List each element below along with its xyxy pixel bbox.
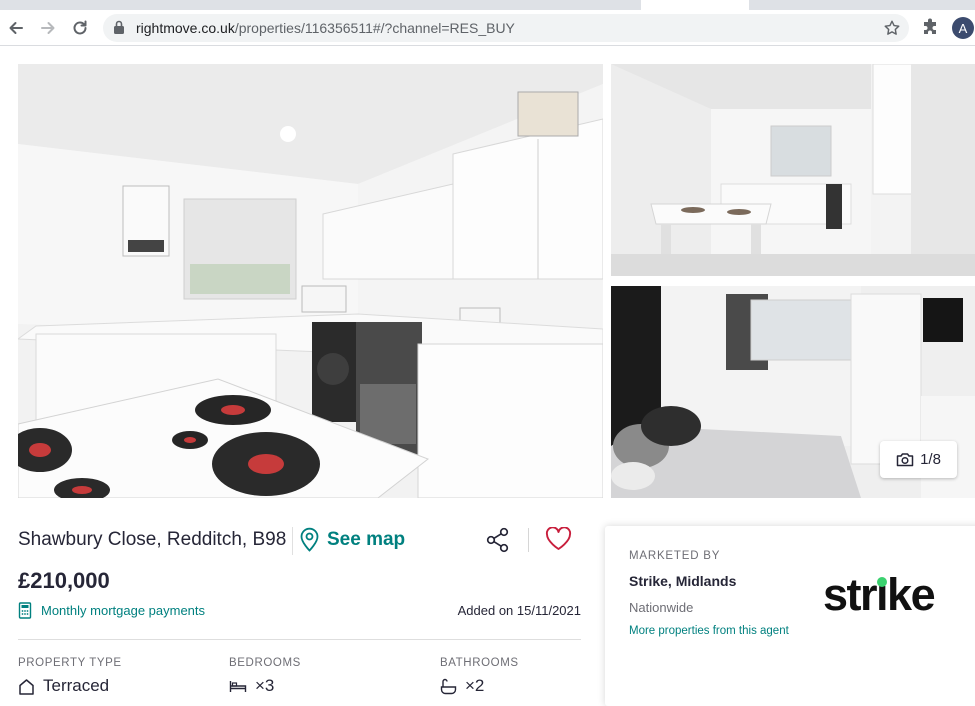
see-map-link[interactable]: See map — [300, 527, 405, 552]
reload-icon — [73, 20, 87, 35]
property-price: £210,000 — [18, 568, 110, 593]
reload-button[interactable] — [68, 16, 92, 40]
house-icon — [19, 678, 34, 695]
property-type-value: Terraced — [18, 676, 109, 696]
calculator-icon — [18, 602, 32, 619]
star-icon[interactable] — [883, 19, 901, 37]
save-favourite-button[interactable] — [545, 526, 572, 556]
bathrooms-value: ×2 — [440, 676, 484, 696]
photo-counter-text: 1/8 — [920, 451, 941, 468]
bed-icon — [229, 681, 247, 692]
back-button[interactable] — [4, 16, 28, 40]
marketed-by-label: MARKETED BY — [629, 550, 721, 562]
agent-location: Nationwide — [629, 600, 694, 615]
bathrooms-label: BATHROOMS — [440, 657, 519, 669]
location-pin-icon — [300, 527, 319, 552]
tab-strip — [0, 0, 975, 10]
bedrooms-value: ×3 — [229, 676, 274, 696]
photo-counter-button[interactable]: 1/8 — [880, 441, 957, 478]
back-arrow-icon — [9, 22, 23, 34]
added-date: Added on 15/11/2021 — [457, 603, 581, 618]
photo-kitchen-wide[interactable] — [611, 64, 975, 276]
main-photo-kitchen[interactable] — [18, 64, 603, 498]
agent-name[interactable]: Strike, Midlands — [629, 573, 736, 589]
property-type-text: Terraced — [43, 676, 110, 695]
active-tab[interactable] — [641, 0, 749, 10]
key-features-divider — [18, 639, 581, 640]
see-map-label: See map — [327, 528, 406, 550]
browser-toolbar: rightmove.co.uk/properties/116356511#/?c… — [0, 10, 975, 46]
agent-more-properties-link[interactable]: More properties from this agent — [629, 625, 789, 637]
mortgage-calculator-link[interactable]: Monthly mortgage payments — [18, 602, 205, 619]
property-type-label: PROPERTY TYPE — [18, 657, 122, 669]
url-text: rightmove.co.uk/properties/116356511#/?c… — [136, 20, 515, 36]
address-divider — [292, 527, 293, 555]
puzzle-icon[interactable] — [920, 18, 940, 38]
camera-icon — [896, 453, 914, 467]
share-icon — [486, 527, 509, 553]
bedrooms-text: ×3 — [255, 676, 275, 695]
profile-avatar[interactable]: A — [952, 17, 974, 39]
url-host: rightmove.co.uk — [136, 20, 235, 36]
forward-button[interactable] — [36, 16, 60, 40]
address-bar[interactable]: rightmove.co.uk/properties/116356511#/?c… — [103, 14, 909, 42]
logo-dot — [876, 577, 887, 587]
bath-icon — [440, 678, 457, 694]
agent-card: MARKETED BY Strike, Midlands Nationwide … — [605, 526, 975, 706]
forward-arrow-icon — [41, 22, 55, 34]
action-divider — [528, 528, 529, 552]
property-address: Shawbury Close, Redditch, B98 — [18, 529, 287, 550]
mortgage-label: Monthly mortgage payments — [41, 603, 206, 618]
heart-icon — [545, 526, 572, 550]
url-path: /properties/116356511#/?channel=RES_BUY — [234, 20, 515, 36]
bedrooms-label: BEDROOMS — [229, 657, 301, 669]
bathrooms-text: ×2 — [465, 676, 485, 695]
lock-icon — [114, 20, 124, 34]
agent-logo[interactable]: strı ke — [823, 572, 936, 617]
share-button[interactable] — [485, 527, 511, 558]
